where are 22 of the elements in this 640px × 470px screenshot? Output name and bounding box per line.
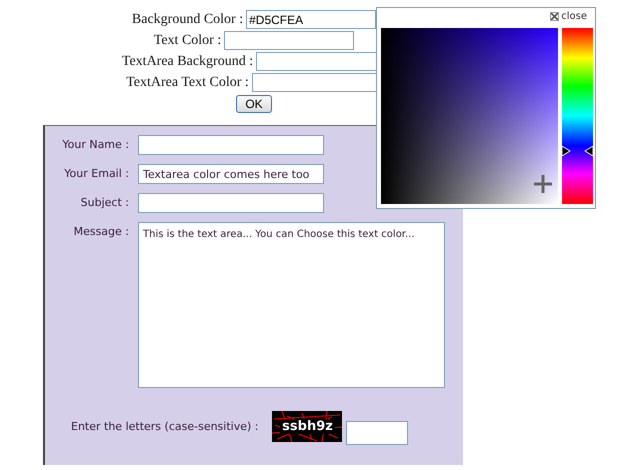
field-label: Background Color : xyxy=(132,12,244,28)
text-input[interactable] xyxy=(138,135,324,155)
close-button[interactable]: close xyxy=(550,11,587,22)
field-label: Text Color : xyxy=(154,32,222,48)
message-area[interactable]: This is the text area... You can Choose this text color... xyxy=(138,222,445,388)
crosshair-icon xyxy=(533,174,553,194)
captcha-label: Enter the letters (case-sensitive) : xyxy=(71,420,258,433)
field-label: Your Email : xyxy=(63,166,129,182)
color-input[interactable]: #D5CFEA xyxy=(246,10,376,29)
color-input[interactable] xyxy=(224,31,354,50)
ok-button[interactable]: OK xyxy=(236,95,272,113)
field-label: Your Name : xyxy=(61,137,129,153)
field-label: TextArea Text Color : xyxy=(126,74,249,90)
text-input[interactable]: Textarea color comes here too xyxy=(138,164,324,184)
close-icon xyxy=(550,12,560,21)
field-label: Subject : xyxy=(80,195,129,211)
captcha-image: ssbh9z xyxy=(272,411,342,442)
field-label: TextArea Background : xyxy=(122,54,254,70)
saturation-value-area[interactable] xyxy=(381,28,558,204)
field-label: Message : xyxy=(72,224,129,240)
captcha-input[interactable] xyxy=(346,421,408,445)
text-input[interactable] xyxy=(138,193,324,213)
